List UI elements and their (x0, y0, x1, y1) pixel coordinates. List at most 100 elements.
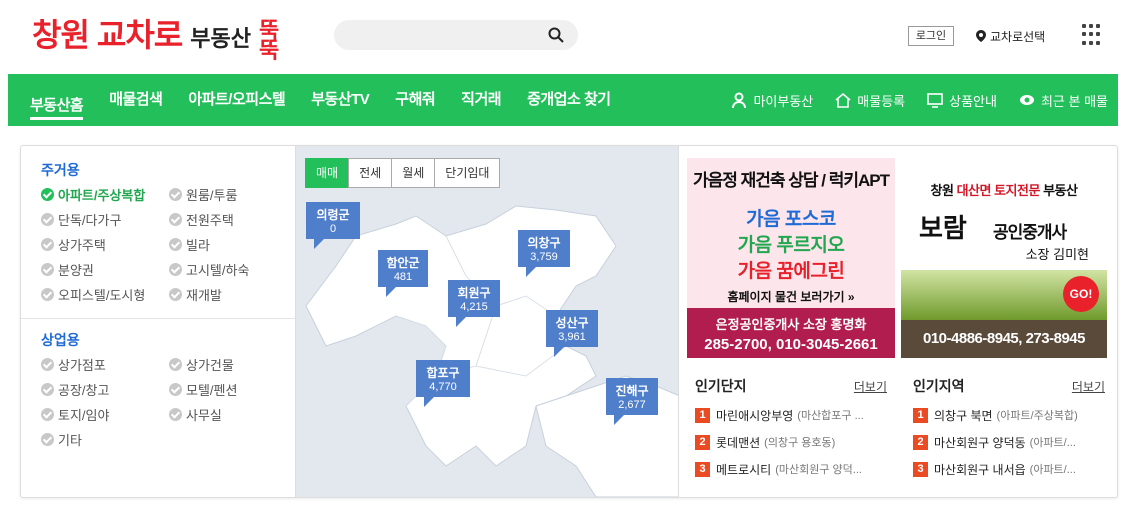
category-land[interactable]: 토지/임야 (41, 406, 169, 423)
nav-item-agency[interactable]: 중개업소 찾기 (527, 74, 611, 126)
rank-badge: 2 (913, 434, 928, 450)
region-label: 교차로선택 (990, 29, 1046, 44)
nav-item-tv[interactable]: 부동산TV (311, 74, 370, 126)
search-icon[interactable] (548, 27, 564, 43)
item-sub: (마산합포구 ... (797, 410, 864, 422)
rank-badge: 3 (695, 461, 710, 477)
commercial-list: 상가점포 상가건물 공장/창고 모텔/펜션 토지/임야 사무실 기타 (41, 356, 291, 448)
logo-changwon: 창원 (32, 17, 90, 53)
item-sub: (마산회원구 양덕... (775, 464, 862, 476)
logo-ttukttuk: 뚝뚝 (258, 18, 280, 63)
item-name: 마린애시앙부영 (716, 408, 794, 423)
tab-jeonse[interactable]: 전세 (348, 158, 393, 188)
list-item[interactable]: 3 메트로시티 (마산회원구 양덕... (695, 461, 891, 477)
category-label: 단독/다가구 (58, 213, 122, 228)
check-icon (169, 408, 182, 421)
monitor-icon (927, 93, 943, 108)
ad2-ceo: 소장 김미현 (1025, 247, 1089, 262)
region-map[interactable]: 매매 전세 월세 단기임대 의령군 0 함안군 481 의창구 3,759 회원구 4,… (295, 146, 679, 497)
my-realestate-link[interactable]: 마이부동산 (731, 91, 813, 110)
category-presale[interactable]: 분양권 (41, 261, 169, 278)
nav-item-home[interactable]: 부동산홈 (30, 80, 84, 120)
category-etc[interactable]: 기타 (41, 431, 169, 448)
item-sub: (아파트/주상복합) (996, 410, 1078, 422)
item-name: 메트로시티 (716, 462, 772, 477)
item-name: 롯데맨션 (716, 435, 761, 450)
pin-count: 4,770 (429, 381, 457, 393)
banner-ad-gaeumjeong[interactable]: 가음정 재건축 상담 / 럭키APT 가음 포스코 가음 푸르지오 가음 꿈에그… (687, 158, 895, 358)
product-info-link[interactable]: 상품안내 (927, 91, 997, 110)
list-item[interactable]: 2 마산회원구 양덕동 (아파트/... (913, 434, 1109, 450)
category-oneroom[interactable]: 원룸/투룸 (169, 186, 289, 203)
category-apartment[interactable]: 아파트/주상복합 (41, 186, 169, 203)
ad1-more-link[interactable]: 홈페이지 물건 보러가기 » (687, 288, 895, 305)
item-sub: (아파트/... (1029, 464, 1076, 476)
item-sub: (의창구 용호동) (764, 437, 836, 449)
tab-short-term[interactable]: 단기임대 (434, 158, 501, 188)
item-name: 마산회원구 내서읍 (934, 462, 1026, 477)
map-pin-seongsan[interactable]: 성산구 3,961 (546, 310, 598, 357)
list-item[interactable]: 2 롯데맨션 (의창구 용호동) (695, 434, 891, 450)
category-label: 고시텔/하숙 (186, 263, 250, 278)
category-detached[interactable]: 단독/다가구 (41, 211, 169, 228)
ad2-go-button[interactable]: GO! (1063, 276, 1099, 312)
site-logo[interactable]: 창원 교차로 부동산 뚝뚝 (32, 10, 299, 63)
category-label: 공장/창고 (58, 383, 110, 398)
map-pin-hoewon[interactable]: 회원구 4,215 (448, 280, 500, 327)
map-pin-jinhae[interactable]: 진해구 2,677 (606, 378, 658, 425)
region-select[interactable]: 교차로선택 (976, 26, 1045, 46)
login-button[interactable]: 로그인 (908, 26, 954, 46)
commercial-title: 상업용 (41, 332, 80, 348)
check-icon (169, 213, 182, 226)
check-icon (169, 263, 182, 276)
rank-badge: 2 (695, 434, 710, 450)
ad1-contact: 은정공인중개사 소장 홍명화 285-2700, 010-3045-2661 (687, 308, 895, 358)
ad1-headline: 가음정 재건축 상담 / 럭키APT (692, 171, 890, 190)
category-officetel[interactable]: 오피스텔/도시형 (41, 286, 169, 303)
nav-item-direct[interactable]: 직거래 (461, 74, 501, 126)
list-item[interactable]: 1 마린애시앙부영 (마산합포구 ... (695, 407, 891, 423)
category-building[interactable]: 상가건물 (169, 356, 289, 373)
nav-item-wanted[interactable]: 구해줘 (395, 74, 435, 126)
list-item[interactable]: 1 의창구 북면 (아파트/주상복합) (913, 407, 1109, 423)
category-label: 상가점포 (58, 358, 106, 373)
banner-ad-boram[interactable]: 창원 대산면 토지전문 부동산 보람 공인중개사 소장 김미현 GO! 010-… (901, 158, 1107, 358)
category-motel[interactable]: 모텔/펜션 (169, 381, 289, 398)
tab-sale[interactable]: 매매 (305, 158, 350, 188)
deal-type-tabs: 매매 전세 월세 단기임대 (305, 158, 501, 188)
pin-count: 481 (393, 271, 413, 283)
popular-complex-more[interactable]: 더보기 (854, 378, 887, 395)
category-shop-house[interactable]: 상가주택 (41, 236, 169, 253)
site-header: 창원 교차로 부동산 뚝뚝 로그인 교차로선택 (0, 0, 1126, 74)
category-store[interactable]: 상가점포 (41, 356, 169, 373)
category-label: 상가건물 (186, 358, 234, 373)
map-pin-haman[interactable]: 함안군 481 (378, 250, 428, 297)
pin-count: 4,215 (460, 301, 488, 313)
nav-item-search[interactable]: 매물검색 (109, 74, 163, 126)
nav-item-apartment[interactable]: 아파트/오피스텔 (188, 74, 285, 126)
check-icon (169, 238, 182, 251)
map-pin-happo[interactable]: 합포구 4,770 (416, 360, 470, 407)
recent-viewed-link[interactable]: 최근 본 매물 (1019, 91, 1108, 110)
list-item[interactable]: 3 마산회원구 내서읍 (아파트/... (913, 461, 1109, 477)
ad1-agent: 은정공인중개사 소장 홍명화 (715, 317, 867, 332)
logo-budongsan: 부동산 (190, 26, 251, 51)
category-office[interactable]: 사무실 (169, 406, 289, 423)
category-factory[interactable]: 공장/창고 (41, 381, 169, 398)
category-country-house[interactable]: 전원주택 (169, 211, 289, 228)
map-pin-uiryeong[interactable]: 의령군 0 (306, 202, 360, 249)
pin-name: 함안군 (386, 256, 420, 270)
search-input[interactable] (334, 20, 578, 50)
check-icon (41, 263, 54, 276)
category-boarding[interactable]: 고시텔/하숙 (169, 261, 289, 278)
ad1-line-prugio: 가음 푸르지오 (737, 235, 845, 256)
app-grid-icon[interactable] (1082, 24, 1104, 46)
tab-monthly[interactable]: 월세 (391, 158, 436, 188)
category-label: 상가주택 (58, 238, 106, 253)
map-pin-uichang[interactable]: 의창구 3,759 (518, 230, 570, 277)
category-villa[interactable]: 빌라 (169, 236, 289, 253)
category-redevelopment[interactable]: 재개발 (169, 286, 289, 303)
register-listing-link[interactable]: 매물등록 (835, 91, 905, 110)
check-icon (169, 288, 182, 301)
popular-area-more[interactable]: 더보기 (1072, 378, 1105, 395)
